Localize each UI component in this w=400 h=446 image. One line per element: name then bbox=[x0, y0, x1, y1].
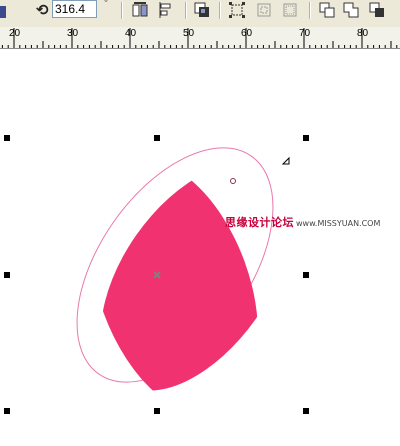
toolbar-separator bbox=[185, 2, 187, 19]
property-toolbar: ⟲ ° bbox=[0, 0, 400, 28]
rotate-icon: ⟲ bbox=[36, 1, 49, 19]
ungroup-all-icon[interactable] bbox=[281, 1, 299, 19]
degree-unit: ° bbox=[104, 0, 108, 9]
selection-handle[interactable] bbox=[303, 272, 309, 278]
canvas-drawing bbox=[4, 129, 330, 424]
combine-icon[interactable] bbox=[318, 1, 336, 19]
order-icon[interactable] bbox=[193, 1, 211, 19]
trim-icon[interactable] bbox=[368, 1, 386, 19]
rotation-angle-input[interactable] bbox=[52, 0, 97, 18]
watermark: 思缘设计论坛 www.MISSYUAN.COM bbox=[225, 214, 380, 230]
horizontal-ruler[interactable]: 20 30 40 50 60 70 80 bbox=[0, 27, 400, 49]
group-icon[interactable] bbox=[228, 1, 246, 19]
ruler-label: 50 bbox=[183, 28, 195, 39]
toolbar-handle bbox=[0, 6, 6, 18]
mirror-icon[interactable] bbox=[131, 1, 149, 19]
watermark-text: 思缘设计论坛 bbox=[225, 216, 294, 229]
selection-handle[interactable] bbox=[154, 408, 160, 414]
toolbar-separator bbox=[219, 2, 221, 19]
node-marker[interactable] bbox=[230, 178, 236, 184]
selection-handle[interactable] bbox=[303, 408, 309, 414]
ruler-label: 30 bbox=[67, 28, 79, 39]
toolbar-separator bbox=[121, 2, 123, 19]
watermark-url: www.MISSYUAN.COM bbox=[296, 219, 381, 228]
drawing-canvas[interactable] bbox=[0, 48, 400, 446]
ruler-label: 40 bbox=[125, 28, 137, 39]
ruler-label: 80 bbox=[357, 28, 369, 39]
weld-icon[interactable] bbox=[342, 1, 360, 19]
ruler-label: 60 bbox=[241, 28, 253, 39]
pink-shape[interactable] bbox=[62, 129, 330, 424]
toolbar-separator bbox=[309, 2, 311, 19]
resize-arrow-icon[interactable] bbox=[281, 156, 290, 165]
ungroup-icon[interactable] bbox=[255, 1, 273, 19]
selection-handle[interactable] bbox=[303, 135, 309, 141]
selection-handle[interactable] bbox=[4, 408, 10, 414]
selection-handle[interactable] bbox=[154, 135, 160, 141]
align-icon[interactable] bbox=[157, 1, 175, 19]
selection-handle[interactable] bbox=[4, 272, 10, 278]
ruler-ticks bbox=[1, 28, 398, 48]
ruler-label: 20 bbox=[9, 28, 21, 39]
selection-handle[interactable] bbox=[4, 135, 10, 141]
ruler-label: 70 bbox=[299, 28, 311, 39]
